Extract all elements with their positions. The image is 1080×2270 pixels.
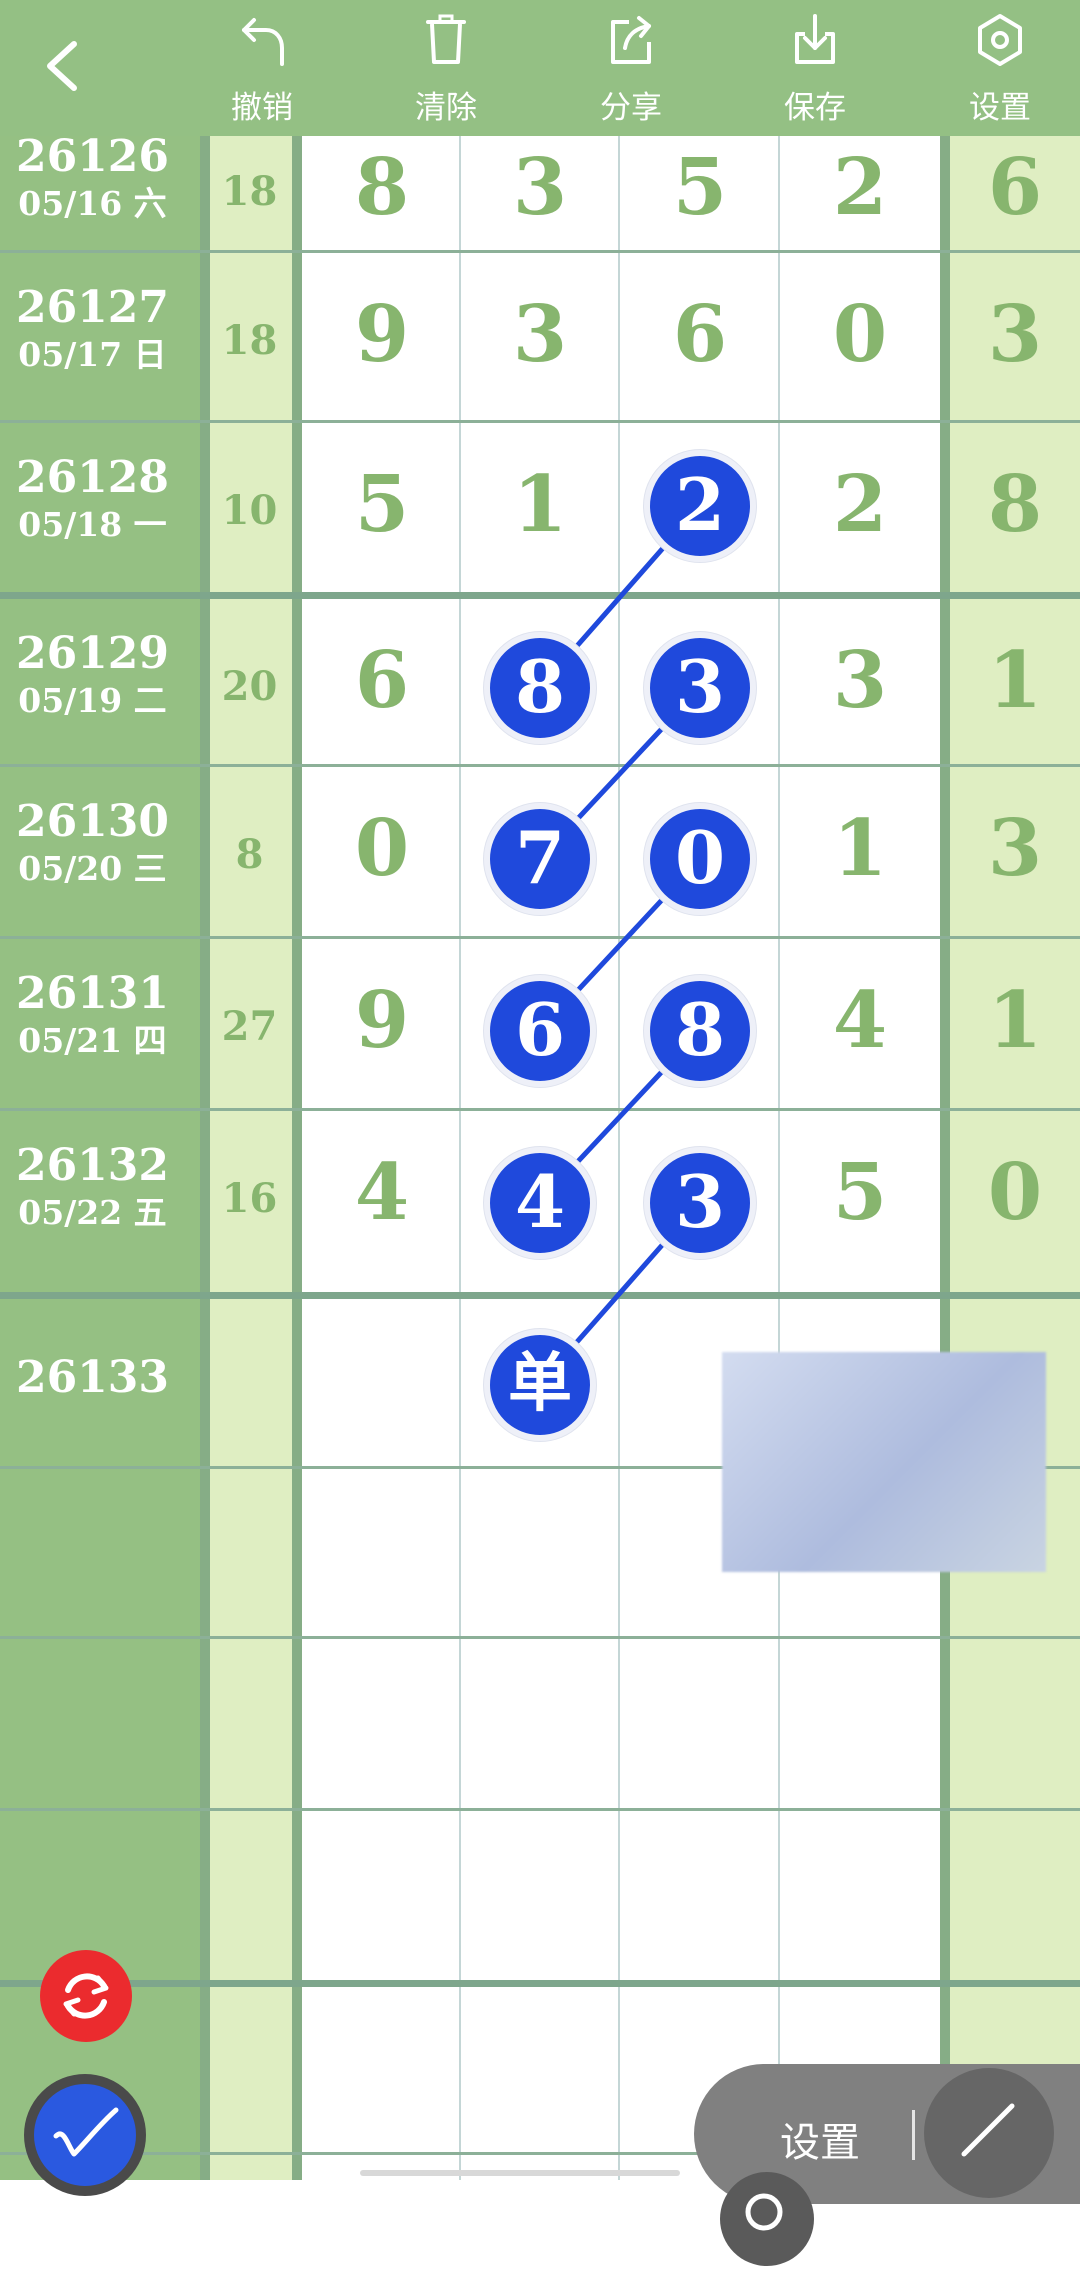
odd-mark: 单 <box>484 1329 596 1441</box>
line-tool-icon <box>961 2103 1015 2157</box>
top-toolbar: 撤销 清除 分享 保存 设置 <box>0 0 1080 136</box>
undo-button[interactable]: 撤销 <box>202 6 322 130</box>
bottom-tool-bar: 设置 <box>694 2064 1080 2266</box>
highlight-ball: 3 <box>644 1147 756 1259</box>
home-indicator <box>360 2170 680 2176</box>
line-tool-button[interactable] <box>924 2068 1054 2198</box>
share-icon <box>611 16 651 64</box>
search-button[interactable] <box>720 2172 814 2266</box>
blurred-ad-region <box>722 1352 1046 1572</box>
settings-button[interactable]: 设置 <box>940 6 1060 130</box>
sync-icon <box>63 1973 109 2019</box>
highlight-ball: 7 <box>484 803 596 915</box>
highlight-ball: 3 <box>644 632 756 744</box>
save-button[interactable]: 保存 <box>755 6 875 130</box>
search-icon <box>745 2193 783 2231</box>
highlight-ball: 0 <box>644 803 756 915</box>
share-label: 分享 <box>600 90 662 126</box>
highlight-ball: 6 <box>484 975 596 1087</box>
highlight-ball: 8 <box>484 632 596 744</box>
share-button[interactable]: 分享 <box>571 6 691 130</box>
undo-icon <box>242 18 284 66</box>
draw-grid[interactable]: 26126 05/16 六 18 8 3 5 2 6 26127 05/17 日… <box>0 132 1080 2180</box>
pen-button[interactable] <box>24 2074 146 2196</box>
gear-icon <box>978 14 1022 66</box>
bottom-settings-label[interactable]: 设置 <box>780 2110 860 2168</box>
highlight-ball: 8 <box>644 975 756 1087</box>
highlight-ball: 4 <box>484 1147 596 1259</box>
back-button[interactable] <box>40 34 84 98</box>
pen-icon <box>53 2107 119 2157</box>
download-icon <box>795 14 835 64</box>
undo-label: 撤销 <box>231 90 293 126</box>
settings-label: 设置 <box>969 90 1031 126</box>
chevron-left-icon <box>47 41 77 91</box>
trash-icon <box>426 14 466 64</box>
divider <box>912 2110 915 2160</box>
highlight-ball: 2 <box>644 450 756 562</box>
clear-button[interactable]: 清除 <box>386 6 506 130</box>
sync-button[interactable] <box>40 1950 132 2042</box>
save-label: 保存 <box>784 90 846 126</box>
clear-label: 清除 <box>415 90 477 126</box>
